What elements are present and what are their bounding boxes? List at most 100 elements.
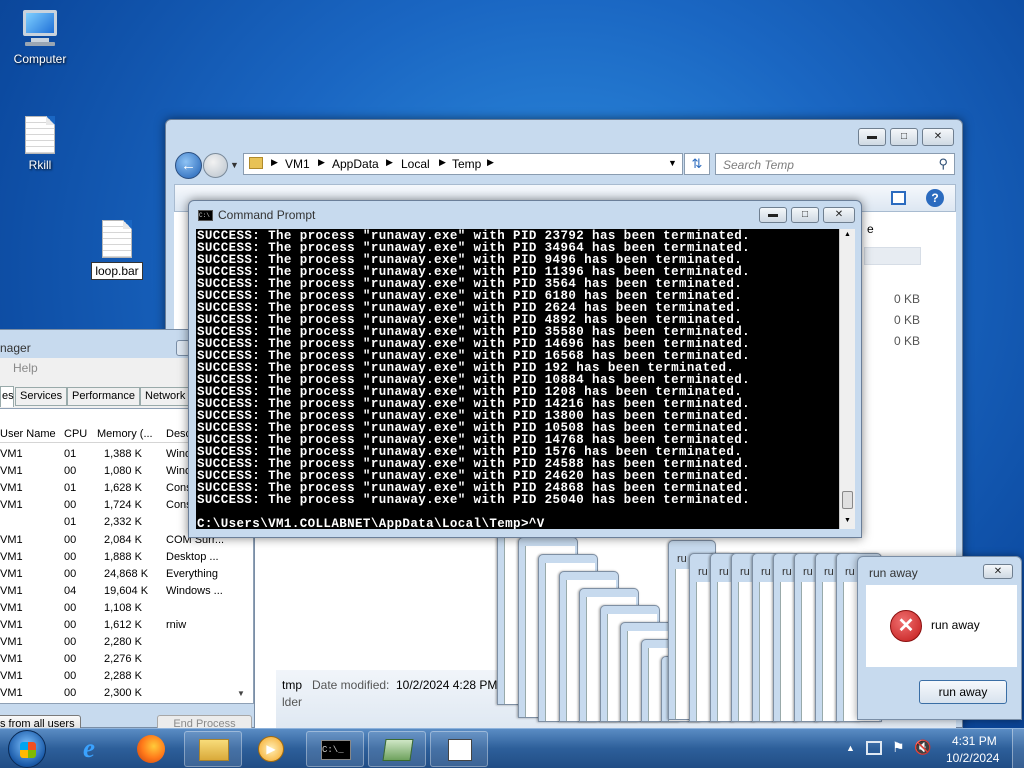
address-dropdown-icon[interactable]: ▼ bbox=[668, 158, 677, 168]
table-row[interactable]: VM1 00 2,280 K bbox=[0, 634, 250, 651]
cell-cpu: 00 bbox=[64, 567, 77, 580]
cell-user-name: VM1 bbox=[0, 465, 23, 478]
help-icon[interactable]: ? bbox=[926, 189, 944, 207]
console-output[interactable]: SUCCESS: The process "runaway.exe" with … bbox=[196, 229, 839, 529]
file-size: 0 KB bbox=[894, 313, 921, 327]
scroll-up-icon[interactable]: ▲ bbox=[844, 231, 851, 238]
tab-services[interactable]: Services bbox=[15, 387, 67, 406]
ie-icon[interactable]: e bbox=[75, 735, 103, 763]
table-row[interactable]: VM1 00 2,276 K bbox=[0, 651, 250, 668]
cell-memory: 19,604 K bbox=[104, 584, 149, 597]
minimize-button[interactable]: ▬ bbox=[858, 128, 886, 146]
dialog-ok-button[interactable]: run away bbox=[919, 680, 1007, 704]
cell-memory: 2,332 K bbox=[104, 516, 142, 529]
cell-cpu: 00 bbox=[64, 533, 77, 546]
firefox-icon[interactable] bbox=[137, 735, 165, 763]
breadcrumb-vm1[interactable]: VM1 bbox=[285, 157, 310, 171]
window-title: ru bbox=[782, 566, 792, 578]
console-lines: SUCCESS: The process "runaway.exe" with … bbox=[197, 230, 750, 507]
cell-cpu: 04 bbox=[64, 584, 77, 597]
volume-muted-icon[interactable]: 🔇 bbox=[914, 739, 931, 756]
column-user-name[interactable]: User Name bbox=[0, 428, 56, 440]
action-center-icon[interactable]: ⚑ bbox=[892, 739, 905, 756]
close-button[interactable]: ✕ bbox=[922, 128, 954, 146]
close-button[interactable]: ✕ bbox=[823, 207, 855, 223]
close-button[interactable]: ✕ bbox=[983, 564, 1013, 579]
tab-label: Network bbox=[145, 390, 186, 402]
desktop-icon-computer[interactable]: Computer bbox=[0, 8, 80, 66]
desktop-icon-label: Rkill bbox=[28, 158, 52, 172]
clock-date[interactable]: 10/2/2024 bbox=[946, 751, 999, 765]
taskbar-explorer[interactable] bbox=[184, 731, 242, 767]
scroll-thumb[interactable] bbox=[842, 491, 853, 509]
window-title: ru bbox=[803, 566, 813, 578]
window-title: ru bbox=[698, 566, 708, 578]
start-button[interactable] bbox=[8, 730, 46, 768]
runaway-dialog[interactable]: run away ✕ ✕ run away run away bbox=[857, 556, 1022, 720]
cell-memory: 24,868 K bbox=[104, 567, 149, 580]
desktop-icon-loop-bar[interactable]: loop.bar bbox=[77, 220, 157, 280]
file-icon bbox=[25, 116, 55, 154]
cell-user-name: VM1 bbox=[0, 687, 23, 700]
window-title: ru bbox=[761, 566, 771, 578]
back-button[interactable]: ← bbox=[175, 152, 202, 179]
maximize-button[interactable]: □ bbox=[791, 207, 819, 223]
file-icon bbox=[102, 220, 132, 258]
tab-networking[interactable]: Network bbox=[140, 387, 194, 406]
cell-user-name: VM1 bbox=[0, 567, 23, 580]
rename-field[interactable]: loop.bar bbox=[91, 262, 143, 280]
details-name: tmp bbox=[282, 678, 303, 692]
breadcrumb-local[interactable]: Local bbox=[401, 157, 430, 171]
cell-memory: 2,288 K bbox=[104, 670, 142, 683]
maximize-button[interactable]: □ bbox=[890, 128, 918, 146]
cell-cpu: 01 bbox=[64, 516, 77, 529]
table-row[interactable]: VM1 04 19,604 K Windows ... bbox=[0, 583, 250, 600]
breadcrumb-temp[interactable]: Temp bbox=[452, 157, 481, 171]
breadcrumb-appdata[interactable]: AppData bbox=[332, 157, 379, 171]
taskbar-task-manager[interactable] bbox=[368, 731, 426, 767]
preview-pane-icon[interactable] bbox=[891, 191, 906, 205]
cell-description: rniw bbox=[166, 619, 187, 631]
table-row[interactable]: VM1 00 2,300 K bbox=[0, 685, 250, 702]
console-scrollbar[interactable]: ▲ ▼ bbox=[839, 229, 855, 529]
media-player-icon[interactable]: ▶ bbox=[258, 736, 284, 762]
cell-cpu: 01 bbox=[64, 482, 77, 495]
table-row[interactable]: VM1 00 1,108 K bbox=[0, 600, 250, 617]
tab-processes[interactable]: es bbox=[0, 386, 14, 407]
cell-memory: 1,108 K bbox=[104, 601, 142, 614]
desktop-icon-rkill[interactable]: Rkill bbox=[0, 116, 80, 172]
scroll-down-icon[interactable]: ▼ bbox=[844, 517, 851, 524]
menu-item-help[interactable]: Help bbox=[13, 361, 38, 375]
recent-pages-icon[interactable]: ▼ bbox=[230, 160, 239, 170]
clock-time[interactable]: 4:31 PM bbox=[952, 734, 997, 748]
search-field[interactable]: Search Temp ⚲ bbox=[715, 153, 955, 175]
breadcrumb-separator-icon: ▶ bbox=[386, 157, 393, 167]
details-modified-value: 10/2/2024 4:28 PM bbox=[396, 678, 498, 692]
tab-performance[interactable]: Performance bbox=[67, 387, 140, 406]
cell-user-name: VM1 bbox=[0, 448, 23, 460]
cell-memory: 1,080 K bbox=[104, 465, 142, 478]
taskbar-command-prompt[interactable]: C:\_ bbox=[306, 731, 364, 767]
taskbar: e ▶ C:\_ ▲ ⚑ 🔇 4:31 PM 10/2/2024 bbox=[0, 728, 1024, 768]
column-header-partial: e bbox=[867, 222, 874, 236]
minimize-button[interactable]: ▬ bbox=[759, 207, 787, 223]
cell-user-name: VM1 bbox=[0, 584, 23, 597]
error-icon: ✕ bbox=[890, 610, 922, 642]
scrollbar-down-icon[interactable]: ▼ bbox=[237, 689, 245, 698]
show-desktop-button[interactable] bbox=[1012, 729, 1024, 768]
taskbar-runaway[interactable] bbox=[430, 731, 488, 767]
forward-button[interactable] bbox=[203, 153, 228, 178]
column-cpu[interactable]: CPU bbox=[64, 428, 87, 440]
column-memory[interactable]: Memory (... bbox=[97, 428, 153, 440]
table-row[interactable]: VM1 00 1,612 K rniw bbox=[0, 617, 250, 634]
command-prompt-window[interactable]: C:\ Command Prompt ▬ □ ✕ SUCCESS: The pr… bbox=[188, 200, 862, 538]
show-hidden-icons[interactable]: ▲ bbox=[846, 743, 855, 753]
refresh-button[interactable]: ⇅ bbox=[684, 153, 710, 175]
address-bar[interactable]: ▶ VM1 ▶ AppData ▶ Local ▶ Temp ▶ ▼ bbox=[243, 153, 683, 175]
breadcrumb-separator-icon: ▶ bbox=[439, 157, 446, 167]
network-icon[interactable] bbox=[866, 741, 882, 755]
table-row[interactable]: VM1 00 24,868 K Everything bbox=[0, 566, 250, 583]
breadcrumb-separator-icon: ▶ bbox=[271, 157, 278, 167]
table-row[interactable]: VM1 00 2,288 K bbox=[0, 668, 250, 685]
table-row[interactable]: VM1 00 1,888 K Desktop ... bbox=[0, 549, 250, 566]
